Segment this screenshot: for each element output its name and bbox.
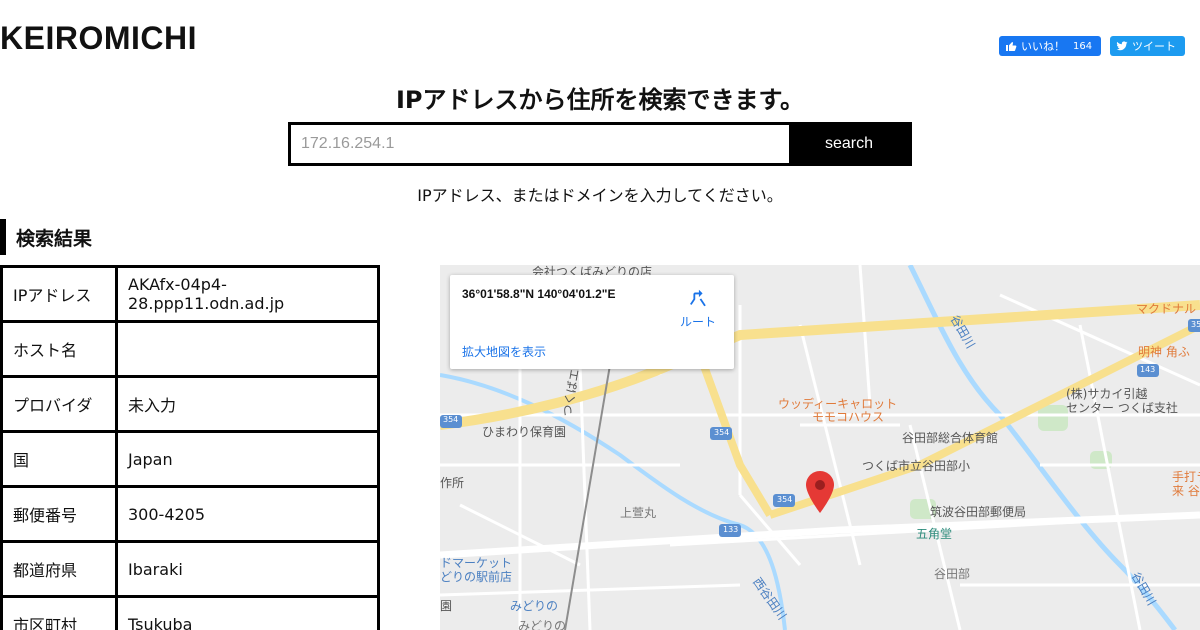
table-row: 郵便番号 300-4205 xyxy=(0,485,380,543)
facebook-like-button[interactable]: いいね！ 164 xyxy=(999,36,1101,56)
map-label: 来 谷 xyxy=(1172,484,1200,498)
map-label: 谷田部総合体育館 xyxy=(902,431,999,445)
row-value-country: Japan xyxy=(115,430,380,488)
site-logo[interactable]: KEIROMICHI xyxy=(0,20,197,57)
row-key-host: ホスト名 xyxy=(0,320,118,378)
row-value-postal: 300-4205 xyxy=(115,485,380,543)
thumbs-up-icon xyxy=(1006,42,1017,51)
table-row: IPアドレス AKAfx-04p4-28.ppp11.odn.ad.jp xyxy=(0,265,380,323)
map-label: 上萱丸 xyxy=(620,506,657,520)
table-row: 国 Japan xyxy=(0,430,380,488)
map-label: 作所 xyxy=(440,476,465,490)
result-table: IPアドレス AKAfx-04p4-28.ppp11.odn.ad.jp ホスト名… xyxy=(0,265,380,630)
row-key-prefecture: 都道府県 xyxy=(0,540,118,598)
map-label: モモコハウス xyxy=(812,410,885,424)
enlarge-map-link[interactable]: 拡大地図を表示 xyxy=(462,343,546,360)
map-label: マクドナル xyxy=(1136,302,1197,316)
route-label: ルート xyxy=(679,315,716,329)
page-headline: IPアドレスから住所を検索できます。 xyxy=(395,86,805,114)
row-key-provider: プロバイダ xyxy=(0,375,118,433)
ip-search-input[interactable] xyxy=(291,125,789,163)
row-value-prefecture: Ibaraki xyxy=(115,540,380,598)
map-label: 園 xyxy=(440,599,453,613)
route-354-shield-c: 354 xyxy=(777,495,793,504)
row-value-host xyxy=(115,320,380,378)
search-hint: IPアドレス、またはドメインを入力してください。 xyxy=(417,186,783,205)
table-row: ホスト名 xyxy=(0,320,380,378)
like-count: 164 xyxy=(1073,40,1093,52)
map-label: 筑波谷田部郵便局 xyxy=(930,505,1027,519)
map-label: どりの駅前店 xyxy=(440,570,513,584)
location-pin-icon[interactable] xyxy=(806,471,834,513)
tweet-button[interactable]: ツイート xyxy=(1110,36,1185,56)
route-354-shield-d: 354 xyxy=(1191,320,1200,329)
table-row: 都道府県 Ibaraki xyxy=(0,540,380,598)
map-label: 五角堂 xyxy=(916,527,953,541)
route-354-shield-b: 354 xyxy=(714,428,730,437)
search-form: search xyxy=(288,122,912,166)
tweet-label: ツイート xyxy=(1132,40,1176,53)
embedded-map[interactable]: 354 354 354 354 133 143 会社つくばみどりの店 マクドナル… xyxy=(440,265,1200,630)
social-buttons: いいね！ 164 ツイート xyxy=(999,36,1185,56)
map-label: 谷田部 xyxy=(934,567,971,581)
map-label: センター つくば支社 xyxy=(1066,401,1178,415)
row-key-postal: 郵便番号 xyxy=(0,485,118,543)
route-button[interactable]: ルート xyxy=(678,287,718,330)
result-heading: 検索結果 xyxy=(0,219,92,255)
table-row: 市区町村 Tsukuba xyxy=(0,595,380,630)
row-value-ip: AKAfx-04p4-28.ppp11.odn.ad.jp xyxy=(115,265,380,323)
map-label: みどりの xyxy=(518,619,567,630)
row-value-provider: 未入力 xyxy=(115,375,380,433)
route-133-shield: 133 xyxy=(723,525,739,534)
search-button[interactable]: search xyxy=(789,125,909,163)
map-coordinates: 36°01'58.8"N 140°04'01.2"E xyxy=(462,287,616,301)
route-354-shield-a: 354 xyxy=(443,415,459,424)
like-label: いいね！ xyxy=(1021,40,1065,53)
row-value-city: Tsukuba xyxy=(115,595,380,630)
route-143-shield: 143 xyxy=(1140,365,1156,374)
row-key-ip: IPアドレス xyxy=(0,265,118,323)
map-label: つくば市立谷田部小 xyxy=(862,459,971,473)
directions-icon xyxy=(690,289,706,307)
map-label: ひまわり保育園 xyxy=(482,425,567,439)
map-label: 明神 角ふ xyxy=(1138,345,1190,359)
map-label: みどりの xyxy=(510,599,559,613)
row-key-country: 国 xyxy=(0,430,118,488)
row-key-city: 市区町村 xyxy=(0,595,118,630)
map-info-card: 36°01'58.8"N 140°04'01.2"E ルート 拡大地図を表示 xyxy=(450,275,734,369)
twitter-bird-icon xyxy=(1116,41,1128,51)
table-row: プロバイダ 未入力 xyxy=(0,375,380,433)
